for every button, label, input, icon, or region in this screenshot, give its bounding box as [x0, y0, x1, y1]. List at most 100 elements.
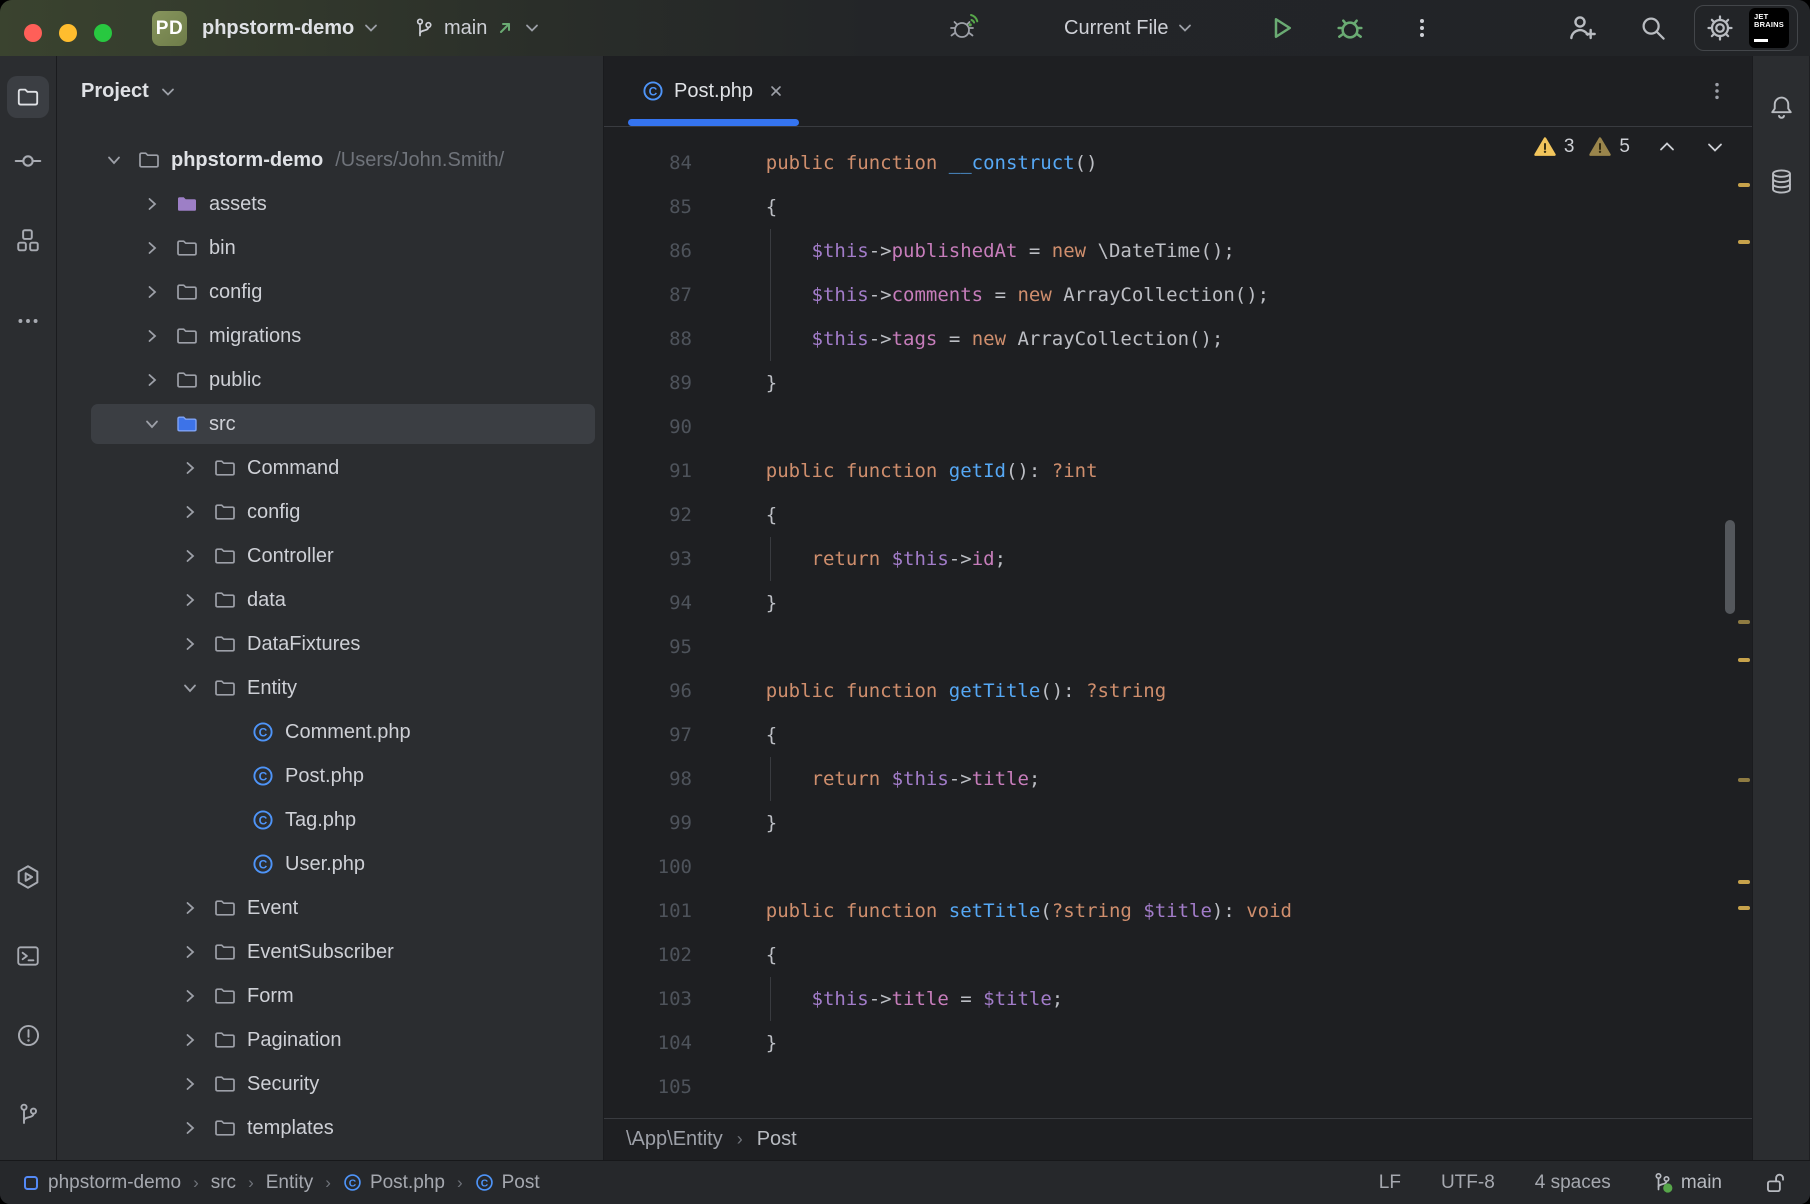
- more-toolwindows-button[interactable]: [7, 300, 49, 342]
- line-number[interactable]: 94: [604, 592, 692, 614]
- chevron-right-icon[interactable]: [142, 370, 162, 390]
- statusbar-crumb-entity[interactable]: Entity: [266, 1172, 314, 1194]
- tree-item-bin[interactable]: bin: [57, 226, 603, 270]
- code-line-100[interactable]: 100: [604, 845, 1752, 889]
- tree-item-comment-php[interactable]: CComment.php: [57, 710, 603, 754]
- chevron-right-icon[interactable]: [180, 986, 200, 1006]
- line-number[interactable]: 103: [604, 988, 692, 1010]
- vcs-branch-selector[interactable]: main: [412, 0, 541, 56]
- tree-expand-toggle[interactable]: [175, 1118, 205, 1138]
- code-line-87[interactable]: 87 $this->comments = new ArrayCollection…: [604, 273, 1752, 317]
- tree-item-templates[interactable]: templates: [57, 1106, 603, 1150]
- tree-item-user-php[interactable]: CUser.php: [57, 842, 603, 886]
- tree-item-form[interactable]: Form: [57, 974, 603, 1018]
- code-line-102[interactable]: 102 {: [604, 933, 1752, 977]
- tree-item-src[interactable]: src: [57, 402, 603, 446]
- statusbar-crumb-phpstorm-demo[interactable]: phpstorm-demo: [22, 1172, 181, 1194]
- project-selector[interactable]: phpstorm-demo: [202, 0, 380, 56]
- tree-item-entity[interactable]: Entity: [57, 666, 603, 710]
- tree-expand-toggle[interactable]: [175, 546, 205, 566]
- more-actions-button[interactable]: [1410, 0, 1434, 56]
- editor-scrollbar[interactable]: [1725, 520, 1735, 614]
- error-stripe-mark[interactable]: [1738, 880, 1750, 884]
- chevron-right-icon[interactable]: [180, 1030, 200, 1050]
- chevron-right-icon[interactable]: [180, 502, 200, 522]
- next-problem-button[interactable]: [1704, 136, 1726, 158]
- error-stripe-mark[interactable]: [1738, 620, 1750, 624]
- settings-button[interactable]: [1703, 11, 1737, 45]
- code-line-93[interactable]: 93 return $this->id;: [604, 537, 1752, 581]
- code-line-91[interactable]: 91 public function getId(): ?int: [604, 449, 1752, 493]
- toolwindow-services-button[interactable]: [7, 856, 49, 898]
- minimize-window-button[interactable]: [59, 24, 77, 42]
- tree-item-assets[interactable]: assets: [57, 182, 603, 226]
- tree-item-command[interactable]: Command: [57, 446, 603, 490]
- tree-item-event[interactable]: Event: [57, 886, 603, 930]
- tree-item-eventsubscriber[interactable]: EventSubscriber: [57, 930, 603, 974]
- tree-expand-toggle[interactable]: [175, 502, 205, 522]
- tree-item-config[interactable]: config: [57, 490, 603, 534]
- tree-expand-toggle[interactable]: [175, 986, 205, 1006]
- chevron-right-icon[interactable]: [142, 326, 162, 346]
- tree-item-pagination[interactable]: Pagination: [57, 1018, 603, 1062]
- error-stripe-mark[interactable]: [1738, 658, 1750, 662]
- chevron-right-icon[interactable]: [180, 1074, 200, 1094]
- code-with-me-button[interactable]: [1566, 0, 1598, 56]
- line-number[interactable]: 91: [604, 460, 692, 482]
- warnings-indicator[interactable]: 3: [1533, 135, 1575, 159]
- tree-item-controller[interactable]: Controller: [57, 534, 603, 578]
- tree-item-migrations[interactable]: migrations: [57, 314, 603, 358]
- line-number[interactable]: 87: [604, 284, 692, 306]
- code-line-101[interactable]: 101 public function setTitle(?string $ti…: [604, 889, 1752, 933]
- error-stripe-mark[interactable]: [1738, 778, 1750, 782]
- tree-expand-toggle[interactable]: [137, 194, 167, 214]
- code-line-103[interactable]: 103 $this->title = $title;: [604, 977, 1752, 1021]
- tree-expand-toggle[interactable]: [175, 590, 205, 610]
- breadcrumb-class[interactable]: Post: [757, 1128, 797, 1151]
- line-number[interactable]: 92: [604, 504, 692, 526]
- tree-expand-toggle[interactable]: [175, 678, 205, 698]
- line-number[interactable]: 89: [604, 372, 692, 394]
- tree-expand-toggle[interactable]: [99, 150, 129, 170]
- toolwindow-commit-button[interactable]: [7, 140, 49, 182]
- tree-expand-toggle[interactable]: [175, 634, 205, 654]
- tree-expand-toggle[interactable]: [175, 1074, 205, 1094]
- maximize-window-button[interactable]: [94, 24, 112, 42]
- code-line-94[interactable]: 94 }: [604, 581, 1752, 625]
- code-line-104[interactable]: 104 }: [604, 1021, 1752, 1065]
- code-line-88[interactable]: 88 $this->tags = new ArrayCollection();: [604, 317, 1752, 361]
- code-line-95[interactable]: 95: [604, 625, 1752, 669]
- tree-item-security[interactable]: Security: [57, 1062, 603, 1106]
- code-line-96[interactable]: 96 public function getTitle(): ?string: [604, 669, 1752, 713]
- error-stripe-mark[interactable]: [1738, 240, 1750, 244]
- chevron-right-icon[interactable]: [142, 282, 162, 302]
- error-stripe-mark[interactable]: [1738, 906, 1750, 910]
- run-button[interactable]: [1266, 0, 1296, 56]
- line-number[interactable]: 84: [604, 152, 692, 174]
- previous-problem-button[interactable]: [1656, 136, 1678, 158]
- line-separator-widget[interactable]: LF: [1379, 1172, 1401, 1194]
- chevron-right-icon[interactable]: [180, 590, 200, 610]
- toolwindow-git-button[interactable]: [7, 1093, 49, 1135]
- tab-post-php[interactable]: C Post.php: [626, 56, 801, 126]
- code-line-105[interactable]: 105: [604, 1065, 1752, 1109]
- tree-item-datafixtures[interactable]: DataFixtures: [57, 622, 603, 666]
- line-number[interactable]: 101: [604, 900, 692, 922]
- line-number[interactable]: 99: [604, 812, 692, 834]
- chevron-right-icon[interactable]: [180, 942, 200, 962]
- chevron-right-icon[interactable]: [142, 194, 162, 214]
- tree-expand-toggle[interactable]: [137, 370, 167, 390]
- line-number[interactable]: 104: [604, 1032, 692, 1054]
- tree-expand-toggle[interactable]: [175, 898, 205, 918]
- code-line-99[interactable]: 99 }: [604, 801, 1752, 845]
- line-number[interactable]: 93: [604, 548, 692, 570]
- search-everywhere-button[interactable]: [1638, 0, 1668, 56]
- line-number[interactable]: 95: [604, 636, 692, 658]
- tree-item-post-php[interactable]: CPost.php: [57, 754, 603, 798]
- chevron-down-icon[interactable]: [180, 678, 200, 698]
- line-number[interactable]: 85: [604, 196, 692, 218]
- tree-item-data[interactable]: data: [57, 578, 603, 622]
- code-line-85[interactable]: 85 {: [604, 185, 1752, 229]
- project-panel-header[interactable]: Project: [57, 56, 603, 127]
- tree-expand-toggle[interactable]: [137, 414, 167, 434]
